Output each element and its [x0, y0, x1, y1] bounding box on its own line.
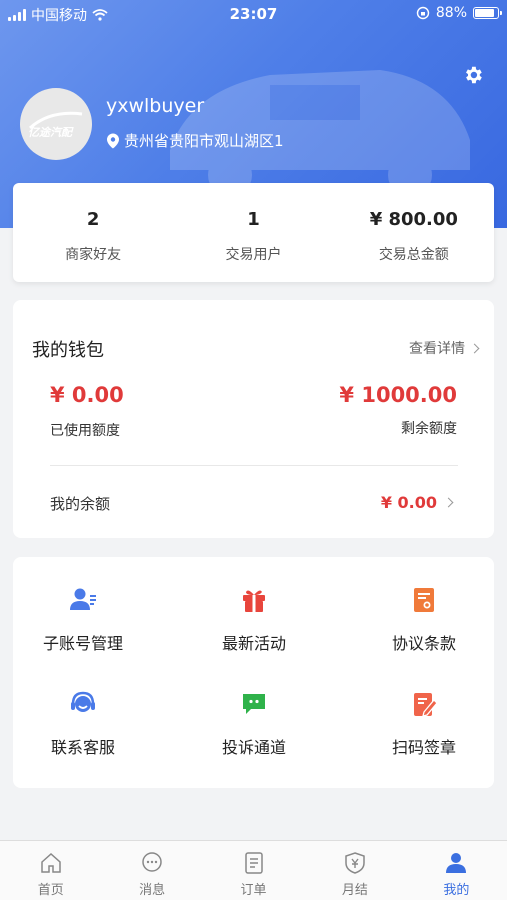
stat-label: 交易总金额	[378, 247, 449, 263]
location-pin-icon	[107, 133, 119, 148]
stat-label: 交易用户	[225, 247, 282, 263]
battery-percent: 88%	[435, 5, 467, 21]
stat-label: 商家好友	[65, 247, 122, 263]
stat-total-amount[interactable]: ¥ 800.00 交易总金额	[334, 183, 494, 282]
wallet-title: 我的钱包	[32, 340, 104, 361]
monthly-settlement-icon	[345, 852, 365, 874]
tab-label: 订单	[240, 883, 267, 898]
stat-value: ¥ 800.00	[369, 209, 458, 230]
location: 贵州省贵阳市观山湖区1	[106, 130, 284, 151]
remaining-label: 剩余额度	[401, 421, 457, 437]
message-icon	[142, 852, 162, 872]
chevron-right-icon	[443, 497, 454, 508]
service-scan-sign[interactable]: 扫码签章	[344, 690, 504, 758]
tab-label: 消息	[139, 883, 166, 898]
gift-icon	[243, 590, 265, 612]
tab-mine[interactable]: 我的	[406, 841, 507, 900]
company-logo-text: 亿途汽配	[28, 126, 72, 139]
used-label: 已使用额度	[50, 423, 120, 439]
profile-icon	[446, 853, 467, 873]
tab-label: 首页	[37, 883, 64, 898]
sign-pen-icon	[414, 693, 438, 717]
stat-merchant-friends[interactable]: 2 商家好友	[13, 183, 173, 282]
home-icon	[40, 852, 61, 873]
service-latest-activity[interactable]: 最新活动	[174, 586, 334, 654]
services-grid: 子账号管理 最新活动 协议条款 联系客服 投诉通道 扫码签章	[13, 557, 494, 788]
order-icon	[244, 852, 263, 874]
service-agreement[interactable]: 协议条款	[344, 586, 504, 654]
service-label: 投诉通道	[221, 738, 286, 757]
sub-account-icon	[70, 588, 96, 610]
location-text: 贵州省贵阳市观山湖区1	[124, 132, 284, 150]
tab-label: 月结	[341, 883, 368, 898]
balance-value: ¥ 0.00	[380, 493, 437, 512]
stat-trade-users[interactable]: 1 交易用户	[173, 183, 333, 282]
service-customer-support[interactable]: 联系客服	[3, 690, 163, 758]
avatar[interactable]: 亿途汽配	[20, 88, 92, 160]
battery-icon	[473, 7, 502, 19]
service-label: 子账号管理	[42, 634, 123, 653]
rotation-lock-icon	[416, 6, 430, 20]
service-complaint[interactable]: 投诉通道	[174, 690, 334, 758]
balance-label: 我的余额	[50, 495, 111, 513]
service-label: 扫码签章	[391, 738, 456, 757]
divider	[50, 465, 458, 466]
bottom-tab-bar: 首页 消息 订单 月结 我的	[0, 840, 507, 900]
tab-home[interactable]: 首页	[0, 841, 101, 900]
service-sub-account[interactable]: 子账号管理	[3, 586, 163, 654]
tab-orders[interactable]: 订单	[203, 841, 304, 900]
tab-messages[interactable]: 消息	[101, 841, 202, 900]
service-label: 联系客服	[50, 738, 115, 757]
used-amount: ¥ 0.00	[50, 383, 124, 407]
service-label: 协议条款	[391, 634, 456, 653]
stats-card: 2 商家好友 1 交易用户 ¥ 800.00 交易总金额	[13, 183, 494, 282]
status-bar: 中国移动 23:07 88%	[0, 0, 507, 28]
stat-value: 1	[247, 209, 260, 230]
chevron-right-icon	[469, 343, 480, 353]
agreement-icon	[414, 588, 434, 612]
tab-label: 我的	[443, 883, 470, 898]
wallet-card: 我的钱包 查看详情 ¥ 0.00 已使用额度 ¥ 1000.00 剩余额度 我的…	[13, 300, 494, 538]
headset-icon	[71, 691, 95, 712]
settings-gear-icon[interactable]	[462, 64, 484, 86]
remaining-amount: ¥ 1000.00	[339, 383, 457, 407]
stat-value: 2	[86, 209, 100, 230]
balance-row[interactable]: ¥ 0.00	[380, 493, 454, 512]
chat-bubble-icon	[243, 694, 265, 714]
tab-monthly[interactable]: 月结	[304, 841, 405, 900]
service-label: 最新活动	[221, 634, 286, 653]
wallet-detail-label: 查看详情	[409, 341, 465, 357]
wallet-detail-link[interactable]: 查看详情	[409, 338, 480, 358]
username: yxwlbuyer	[106, 95, 205, 117]
